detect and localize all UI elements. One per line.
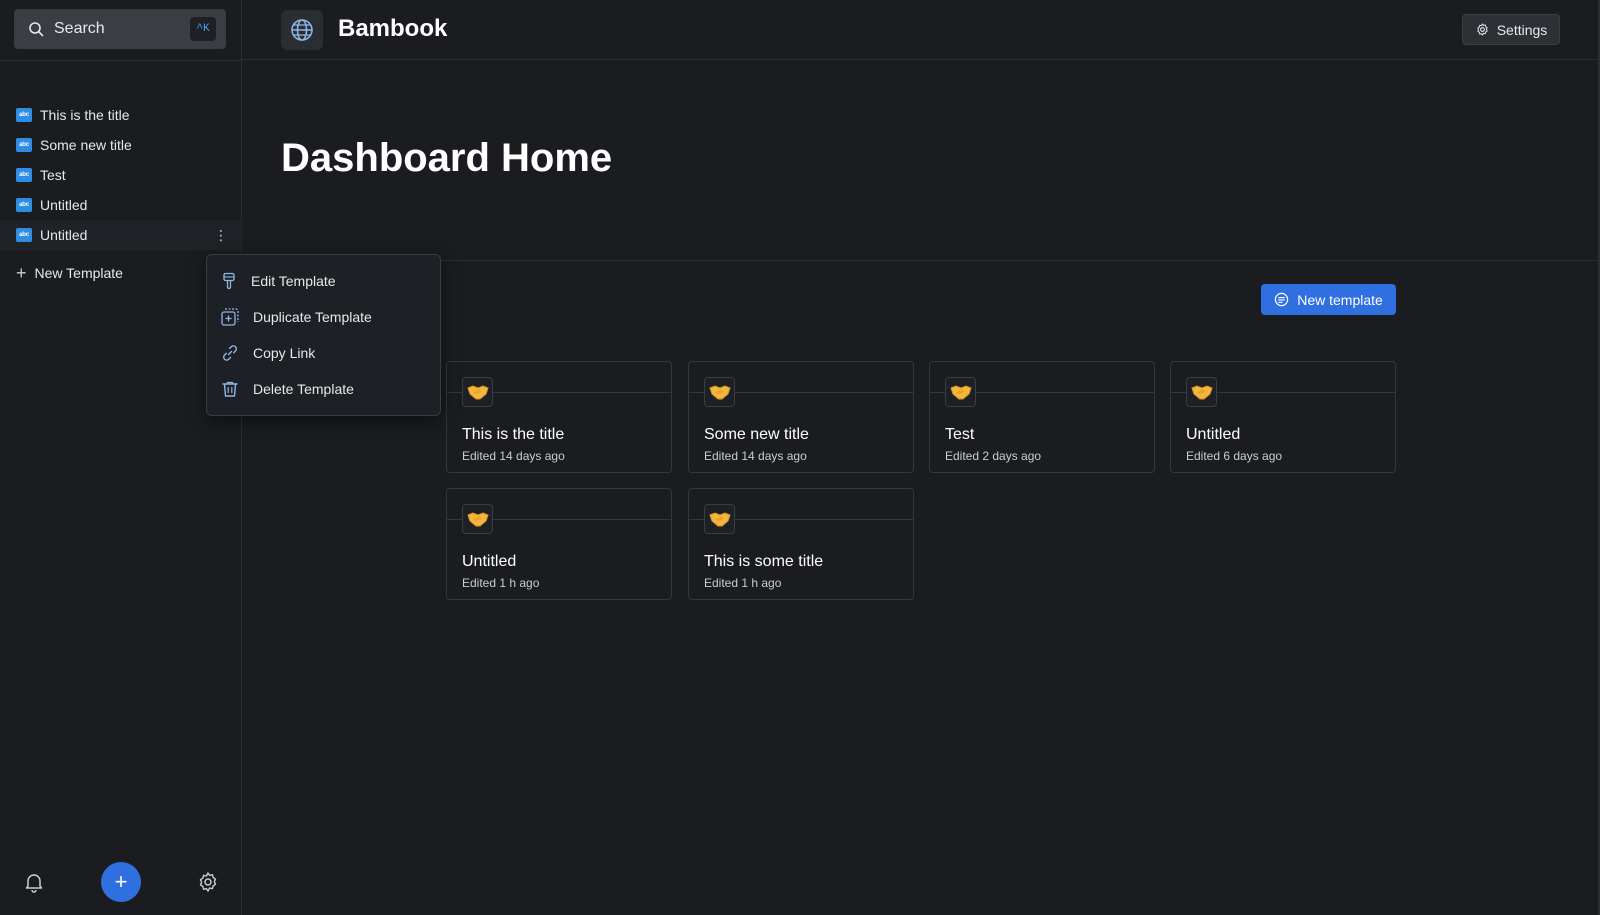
menu-item-label: Duplicate Template xyxy=(253,309,372,325)
handshake-icon xyxy=(462,504,493,534)
page-title: Dashboard Home xyxy=(281,136,613,180)
search-button[interactable]: Search ^K xyxy=(14,9,226,49)
menu-item-label: Copy Link xyxy=(253,345,316,361)
bell-icon[interactable] xyxy=(22,870,46,894)
sidebar-item-this-is-the-title[interactable]: abc This is the title xyxy=(0,100,242,130)
app-window: Search ^K abc This is the title abc Some… xyxy=(0,0,1600,915)
link-icon xyxy=(223,345,237,361)
trash-icon xyxy=(222,381,238,397)
new-template-label: New Template xyxy=(34,265,123,281)
sidebar-item-label: Untitled xyxy=(40,197,88,213)
sidebar-item-label: This is the title xyxy=(40,107,130,123)
sidebar-item-some-new-title[interactable]: abc Some new title xyxy=(0,130,242,160)
handshake-icon xyxy=(945,377,976,407)
handshake-icon xyxy=(1186,377,1217,407)
card-title: Untitled xyxy=(462,553,517,570)
menu-item-label: Edit Template xyxy=(251,273,336,289)
search-label: Search xyxy=(54,20,105,37)
sidebar: Search ^K abc This is the title abc Some… xyxy=(0,0,242,915)
sidebar-footer: + xyxy=(0,862,242,902)
handshake-icon xyxy=(462,377,493,407)
sidebar-item-label: Test xyxy=(40,167,66,183)
gear-icon xyxy=(1477,23,1488,36)
card-title: Test xyxy=(945,426,975,443)
template-context-menu: Edit Template Duplicate Template Copy Li… xyxy=(206,254,441,416)
card-title: Untitled xyxy=(1186,426,1241,443)
add-button[interactable]: + xyxy=(101,862,141,902)
card-edited-time: Edited 14 days ago xyxy=(462,449,565,463)
card-edited-time: Edited 6 days ago xyxy=(1186,449,1283,463)
card-title: This is the title xyxy=(462,426,565,443)
template-card[interactable]: Untitled Edited 6 days ago xyxy=(1170,361,1396,473)
sidebar-item-untitled[interactable]: abc Untitled xyxy=(0,190,242,220)
new-template-link[interactable]: + New Template xyxy=(16,264,123,282)
handshake-icon xyxy=(704,377,735,407)
settings-label: Settings xyxy=(1496,21,1548,38)
card-edited-time: Edited 2 days ago xyxy=(945,449,1042,463)
document-icon: abc xyxy=(16,138,32,152)
settings-button[interactable]: Settings xyxy=(1462,14,1560,45)
brush-icon xyxy=(223,272,235,290)
card-edited-time: Edited 1 h ago xyxy=(462,576,540,590)
globe-icon xyxy=(291,19,313,41)
sidebar-item-untitled-active[interactable]: abc Untitled ⋮ xyxy=(0,220,242,250)
template-card[interactable]: This is the title Edited 14 days ago xyxy=(446,361,672,473)
top-header: Bambook Settings xyxy=(242,0,1600,60)
shortcut-badge: ^K xyxy=(190,17,216,41)
card-title: This is some title xyxy=(704,553,824,570)
document-icon: abc xyxy=(16,168,32,182)
search-icon xyxy=(29,22,44,37)
card-edited-time: Edited 14 days ago xyxy=(704,449,807,463)
document-icon: abc xyxy=(16,198,32,212)
sidebar-item-label: Some new title xyxy=(40,137,132,153)
template-list: abc This is the title abc Some new title… xyxy=(0,100,242,250)
menu-item-label: Delete Template xyxy=(253,381,354,397)
document-icon: abc xyxy=(16,108,32,122)
template-card[interactable]: This is some title Edited 1 h ago xyxy=(688,488,914,600)
template-card[interactable]: Some new title Edited 14 days ago xyxy=(688,361,914,473)
plus-icon: + xyxy=(16,263,27,283)
more-options-icon[interactable]: ⋮ xyxy=(214,228,228,242)
sidebar-item-label: Untitled xyxy=(40,227,88,243)
sidebar-item-test[interactable]: abc Test xyxy=(0,160,242,190)
new-template-button-label: New template xyxy=(1297,291,1383,308)
menu-item-delete-template[interactable]: Delete Template xyxy=(221,377,354,401)
card-edited-time: Edited 1 h ago xyxy=(704,576,782,590)
template-card[interactable]: Test Edited 2 days ago xyxy=(929,361,1155,473)
menu-item-edit-template[interactable]: Edit Template xyxy=(221,269,336,293)
menu-item-copy-link[interactable]: Copy Link xyxy=(221,341,315,365)
template-icon xyxy=(1275,292,1289,307)
duplicate-icon xyxy=(221,308,239,326)
handshake-icon xyxy=(704,504,735,534)
card-title: Some new title xyxy=(704,426,809,443)
template-card[interactable]: Untitled Edited 1 h ago xyxy=(446,488,672,600)
gear-icon[interactable] xyxy=(196,870,220,894)
document-icon: abc xyxy=(16,228,32,242)
menu-item-duplicate-template[interactable]: Duplicate Template xyxy=(221,305,372,329)
workspace-logo[interactable] xyxy=(281,10,323,50)
workspace-name: Bambook xyxy=(338,15,448,42)
sidebar-divider xyxy=(0,60,242,61)
new-template-button[interactable]: New template xyxy=(1261,284,1396,315)
content-divider xyxy=(242,260,1600,261)
